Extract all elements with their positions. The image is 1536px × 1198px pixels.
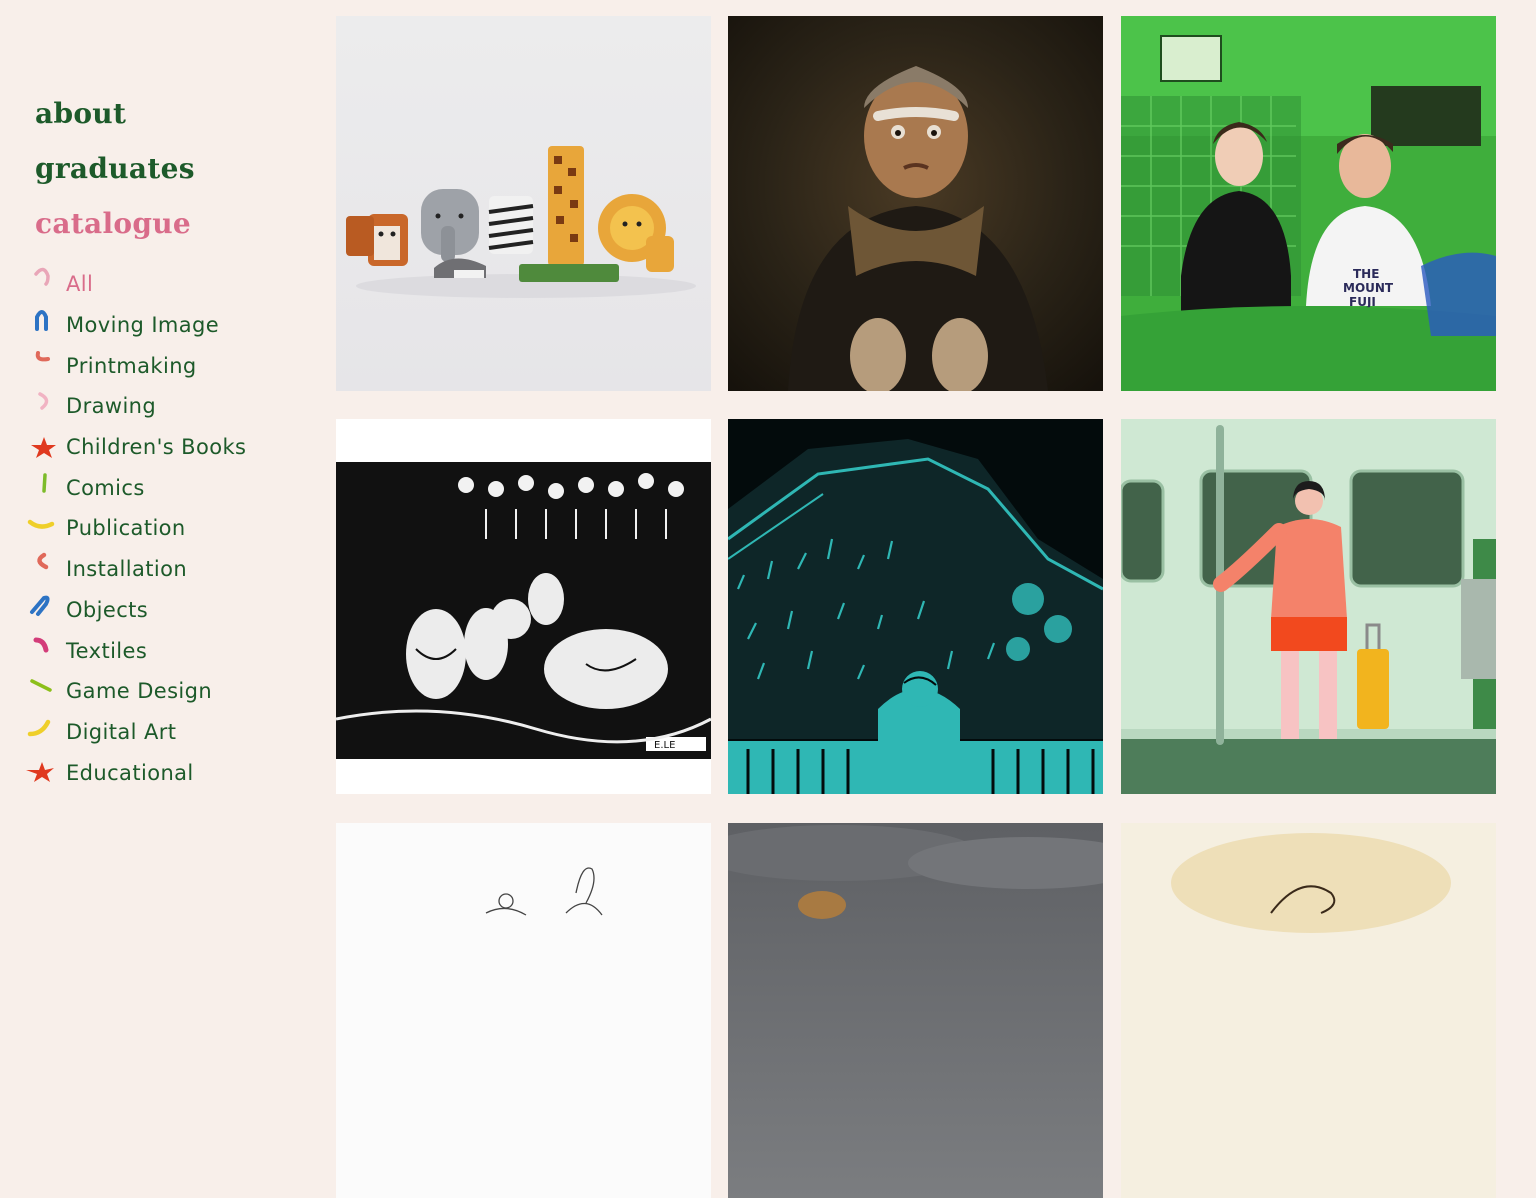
category-item-moving-image[interactable]: Moving Image bbox=[26, 305, 246, 346]
svg-text:MOUNT: MOUNT bbox=[1343, 281, 1394, 295]
yellow-check-mark-icon bbox=[27, 719, 51, 736]
subway-girl-illustration-thumbnail[interactable] bbox=[1121, 419, 1496, 794]
category-item-drawing[interactable]: Drawing bbox=[26, 386, 246, 427]
category-item-installation[interactable]: Installation bbox=[26, 549, 246, 590]
yellow-smile-mark-icon bbox=[27, 519, 55, 529]
green-dash-mark-icon bbox=[30, 679, 52, 692]
category-label: Drawing bbox=[66, 394, 157, 419]
category-item-publication[interactable]: Publication bbox=[26, 508, 246, 549]
watercolor-drawing-image bbox=[1171, 833, 1451, 933]
blue-swoosh-mark-icon bbox=[30, 595, 50, 616]
svg-text:THE: THE bbox=[1353, 267, 1379, 281]
coral-curve-mark-icon bbox=[35, 351, 50, 362]
category-label: Digital Art bbox=[66, 719, 177, 744]
category-label: Publication bbox=[66, 516, 186, 541]
category-label: Moving Image bbox=[66, 313, 220, 338]
green-couple-drawing-thumbnail[interactable]: THE MOUNT FUJI bbox=[1121, 16, 1496, 391]
blue-arch-mark-icon bbox=[35, 309, 48, 331]
category-label: Installation bbox=[66, 557, 188, 582]
teal-night-river-thumbnail[interactable] bbox=[728, 419, 1103, 794]
red-star-mark-icon bbox=[31, 436, 56, 458]
picnic-linocut-image: E.LE bbox=[336, 462, 711, 759]
category-item-educational[interactable]: Educational bbox=[26, 752, 246, 793]
category-item-all[interactable]: All bbox=[26, 264, 246, 305]
pink-bracket-mark-icon bbox=[38, 392, 49, 410]
nav-catalogue-link[interactable]: catalogue bbox=[35, 196, 195, 251]
grey-sky-photo-thumbnail[interactable] bbox=[728, 823, 1103, 1198]
category-label: Educational bbox=[66, 760, 194, 785]
category-item-objects[interactable]: Objects bbox=[26, 590, 246, 631]
svg-text:E.LE: E.LE bbox=[654, 740, 675, 751]
category-label: All bbox=[66, 272, 94, 297]
category-item-digital-art[interactable]: Digital Art bbox=[26, 712, 246, 753]
red-star-mark-icon bbox=[26, 762, 54, 783]
category-item-textiles[interactable]: Textiles bbox=[26, 630, 246, 671]
category-label: Objects bbox=[66, 597, 149, 622]
wooden-animal-blocks-image bbox=[346, 146, 696, 298]
knitted-old-man-puppet-image bbox=[788, 66, 1048, 391]
watercolor-drawing-thumbnail[interactable] bbox=[1121, 823, 1496, 1198]
nav-graduates-link[interactable]: graduates bbox=[35, 141, 195, 196]
wooden-animal-blocks-thumbnail[interactable] bbox=[336, 16, 711, 391]
pencil-sketch-thumbnail[interactable] bbox=[336, 823, 711, 1198]
category-item-comics[interactable]: Comics bbox=[26, 467, 246, 508]
category-label: Textiles bbox=[66, 638, 148, 663]
category-filter-list: All Moving Image Printmaking Drawing Chi… bbox=[26, 264, 246, 793]
green-couple-drawing-image: THE MOUNT FUJI bbox=[1121, 16, 1496, 391]
teal-night-river-image bbox=[728, 439, 1103, 794]
green-line-mark-icon bbox=[42, 473, 47, 494]
knitted-old-man-puppet-thumbnail[interactable] bbox=[728, 16, 1103, 391]
category-item-printmaking[interactable]: Printmaking bbox=[26, 345, 246, 386]
main-navigation: about graduates catalogue bbox=[35, 86, 195, 251]
category-item-game-design[interactable]: Game Design bbox=[26, 671, 246, 712]
pencil-sketch-image bbox=[485, 867, 603, 916]
nav-about-link[interactable]: about bbox=[35, 86, 195, 141]
grey-sky-photo-image bbox=[728, 825, 1103, 919]
picnic-linocut-thumbnail[interactable]: E.LE bbox=[336, 419, 711, 794]
coral-moon-mark-icon bbox=[37, 552, 49, 570]
pink-arc-mark-icon bbox=[34, 267, 50, 286]
magenta-leaf-mark-icon bbox=[33, 637, 49, 653]
category-label: Comics bbox=[66, 475, 145, 500]
subway-girl-illustration-image bbox=[1121, 425, 1496, 794]
category-label: Game Design bbox=[66, 679, 213, 704]
category-item-childrens-books[interactable]: Children's Books bbox=[26, 427, 246, 468]
category-label: Printmaking bbox=[66, 353, 197, 378]
category-label: Children's Books bbox=[66, 435, 247, 460]
